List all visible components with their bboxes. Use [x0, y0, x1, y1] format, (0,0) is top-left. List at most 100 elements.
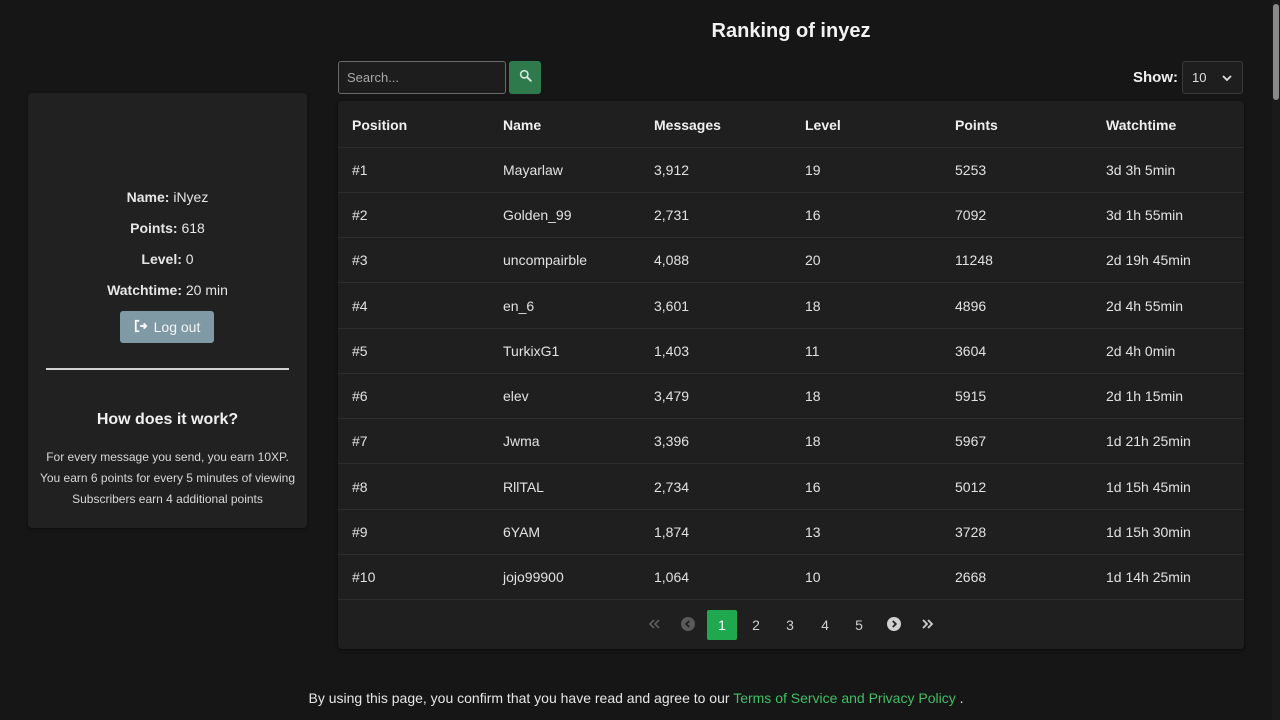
profile-watchtime: Watchtime: 20 min	[28, 282, 307, 298]
cell-level: 16	[805, 207, 821, 223]
page-title: Ranking of inyez	[711, 20, 871, 42]
table-row: #2 Golden_99 2,731 16 7092 3d 1h 55min	[338, 193, 1244, 238]
cell-watchtime: 1d 15h 45min	[1106, 479, 1191, 495]
logout-button[interactable]: Log out	[120, 311, 214, 343]
profile-name-value: iNyez	[173, 189, 209, 205]
cell-name: 6YAM	[503, 524, 541, 540]
cell-watchtime: 1d 15h 30min	[1106, 524, 1191, 540]
cell-level: 13	[805, 524, 821, 540]
cell-messages: 1,874	[654, 524, 690, 540]
prev-page-button[interactable]	[673, 610, 703, 640]
page-5[interactable]: 5	[844, 610, 874, 640]
chevron-down-icon	[1221, 72, 1233, 84]
profile-watchtime-value: 20 min	[185, 282, 228, 298]
cell-level: 18	[805, 388, 821, 404]
scrollbar[interactable]	[1272, 0, 1280, 720]
cell-position: #2	[352, 207, 368, 223]
search-button[interactable]	[509, 61, 541, 94]
cell-points: 5253	[955, 162, 987, 178]
cell-points: 5967	[955, 433, 987, 449]
profile-level: Level: 0	[28, 251, 307, 267]
cell-name: jojo99900	[503, 569, 564, 585]
header-points[interactable]: Points	[955, 117, 998, 133]
sign-out-icon	[134, 319, 148, 336]
cell-position: #1	[352, 162, 368, 178]
cell-watchtime: 1d 14h 25min	[1106, 569, 1191, 585]
scrollbar-thumb[interactable]	[1273, 4, 1279, 100]
page-2[interactable]: 2	[741, 610, 771, 640]
table-row: #3 uncompairble 4,088 20 11248 2d 19h 45…	[338, 238, 1244, 283]
page-3[interactable]: 3	[775, 610, 805, 640]
table-row: #9 6YAM 1,874 13 3728 1d 15h 30min	[338, 510, 1244, 555]
cell-messages: 1,403	[654, 343, 690, 359]
cell-watchtime: 2d 1h 15min	[1106, 388, 1184, 404]
cell-name: uncompairble	[503, 252, 588, 268]
cell-name: RllTAL	[503, 479, 544, 495]
cell-points: 3604	[955, 343, 987, 359]
cell-points: 5915	[955, 388, 987, 404]
cell-points: 2668	[955, 569, 987, 585]
chevron-left-circle-icon	[681, 616, 695, 634]
profile-name: Name: iNyez	[28, 189, 307, 205]
search-input[interactable]	[338, 61, 506, 94]
header-messages[interactable]: Messages	[654, 117, 721, 133]
pagination: 1 2 3 4 5	[338, 610, 1244, 640]
cell-position: #5	[352, 343, 368, 359]
cell-points: 5012	[955, 479, 987, 495]
header-watchtime[interactable]: Watchtime	[1106, 117, 1176, 133]
profile-watchtime-label: Watchtime:	[107, 282, 182, 298]
cell-watchtime: 2d 4h 0min	[1106, 343, 1176, 359]
terms-link[interactable]: Terms of Service and Privacy Policy	[733, 690, 956, 706]
cell-watchtime: 2d 4h 55min	[1106, 298, 1184, 314]
ranking-page: Ranking of inyez Name: iNyez Points: 618…	[0, 0, 1280, 720]
next-page-button[interactable]	[879, 610, 909, 640]
cell-messages: 4,088	[654, 252, 690, 268]
cell-name: Golden_99	[503, 207, 572, 223]
cell-watchtime: 2d 19h 45min	[1106, 252, 1191, 268]
last-page-button[interactable]	[913, 610, 943, 640]
show-select-value: 10	[1192, 70, 1207, 85]
cell-name: Mayarlaw	[503, 162, 563, 178]
cell-points: 11248	[955, 252, 993, 268]
table-row: #1 Mayarlaw 3,912 19 5253 3d 3h 5min	[338, 148, 1244, 193]
cell-position: #10	[352, 569, 376, 585]
cell-level: 18	[805, 298, 821, 314]
table-row: #10 jojo99900 1,064 10 2668 1d 14h 25min	[338, 555, 1244, 600]
cell-messages: 3,479	[654, 388, 690, 404]
cell-position: #6	[352, 388, 368, 404]
footer-text-end: .	[955, 690, 964, 706]
table-row: #8 RllTAL 2,734 16 5012 1d 15h 45min	[338, 465, 1244, 510]
first-page-button[interactable]	[639, 610, 669, 640]
double-chevron-right-icon	[921, 617, 935, 633]
show-select[interactable]: 10	[1182, 61, 1243, 94]
table-row: #5 TurkixG1 1,403 11 3604 2d 4h 0min	[338, 329, 1244, 374]
cell-level: 18	[805, 433, 821, 449]
search-icon	[519, 69, 532, 87]
header-name[interactable]: Name	[503, 117, 541, 133]
how-line: Subscribers earn 4 additional points	[72, 492, 263, 506]
page-4[interactable]: 4	[810, 610, 840, 640]
cell-messages: 2,731	[654, 207, 690, 223]
cell-messages: 3,601	[654, 298, 690, 314]
cell-position: #8	[352, 479, 368, 495]
cell-messages: 3,912	[654, 162, 690, 178]
cell-level: 16	[805, 479, 821, 495]
profile-points: Points: 618	[28, 220, 307, 236]
cell-points: 3728	[955, 524, 987, 540]
cell-watchtime: 1d 21h 25min	[1106, 433, 1191, 449]
cell-level: 11	[805, 343, 820, 359]
cell-messages: 1,064	[654, 569, 690, 585]
header-position[interactable]: Position	[352, 117, 407, 133]
table-row: #6 elev 3,479 18 5915 2d 1h 15min	[338, 374, 1244, 419]
divider	[46, 368, 289, 370]
cell-name: Jwma	[503, 433, 540, 449]
cell-position: #3	[352, 252, 368, 268]
profile-points-label: Points:	[130, 220, 178, 236]
page-1[interactable]: 1	[707, 610, 737, 640]
profile-level-label: Level:	[141, 251, 182, 267]
footer: By using this page, you confirm that you…	[0, 690, 1272, 706]
double-chevron-left-icon	[647, 617, 661, 633]
table-row: #7 Jwma 3,396 18 5967 1d 21h 25min	[338, 419, 1244, 464]
cell-name: en_6	[503, 298, 535, 314]
header-level[interactable]: Level	[805, 117, 841, 133]
